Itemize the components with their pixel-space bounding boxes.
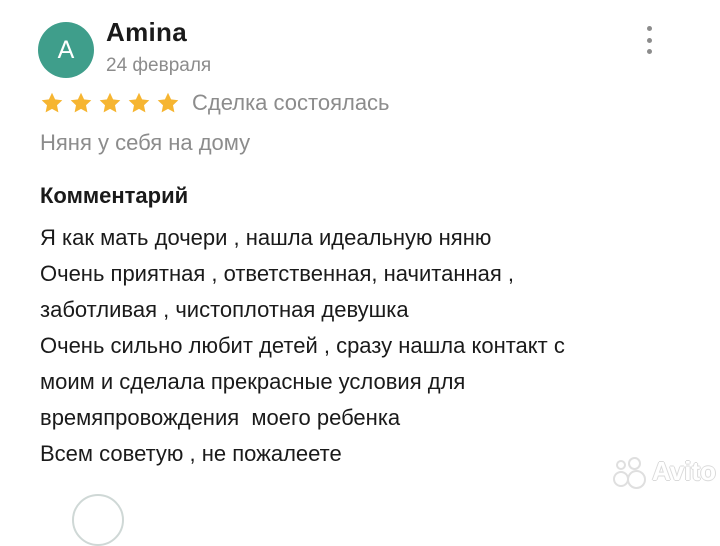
comment-line: Очень приятная , ответственная, начитанн… (40, 261, 515, 286)
star-icon (157, 92, 179, 113)
comment-body: Я как мать дочери , нашла идеальную няню… (40, 220, 690, 472)
more-dot-icon (646, 26, 652, 31)
avatar-letter: A (57, 35, 75, 64)
more-dot-icon (646, 49, 652, 54)
comment-line: моим и сделала прекрасные условия для (40, 369, 466, 394)
comment-line: заботливая , чистоплотная девушка (40, 297, 409, 322)
comment-title: Комментарий (40, 183, 189, 208)
star-icon (41, 92, 63, 113)
comment-line: Всем советую , не пожалеете (40, 441, 342, 466)
comment-line: Я как мать дочери , нашла идеальную няню (40, 225, 492, 250)
author-name[interactable]: Amina (106, 17, 187, 48)
rating-row: Сделка состоялась (40, 89, 390, 117)
author-avatar[interactable]: A (38, 22, 94, 78)
review-date: 24 февраля (106, 55, 212, 76)
star-icon (70, 92, 92, 113)
avito-logo-icon (612, 454, 646, 489)
more-options-button[interactable] (637, 26, 661, 54)
next-review-avatar[interactable] (72, 494, 124, 546)
star-icon (99, 92, 121, 113)
avito-watermark: Avito (612, 454, 717, 489)
star-icon (128, 92, 150, 113)
comment-line: времяпровождения моего ребенка (40, 405, 401, 430)
star-rating (40, 91, 180, 115)
deal-status: Сделка состоялась (192, 90, 390, 115)
comment-line: Очень сильно любит детей , сразу нашла к… (40, 333, 565, 358)
watermark-text: Avito (652, 455, 717, 486)
service-name: Няня у себя на дому (40, 130, 251, 155)
more-dot-icon (646, 37, 652, 43)
